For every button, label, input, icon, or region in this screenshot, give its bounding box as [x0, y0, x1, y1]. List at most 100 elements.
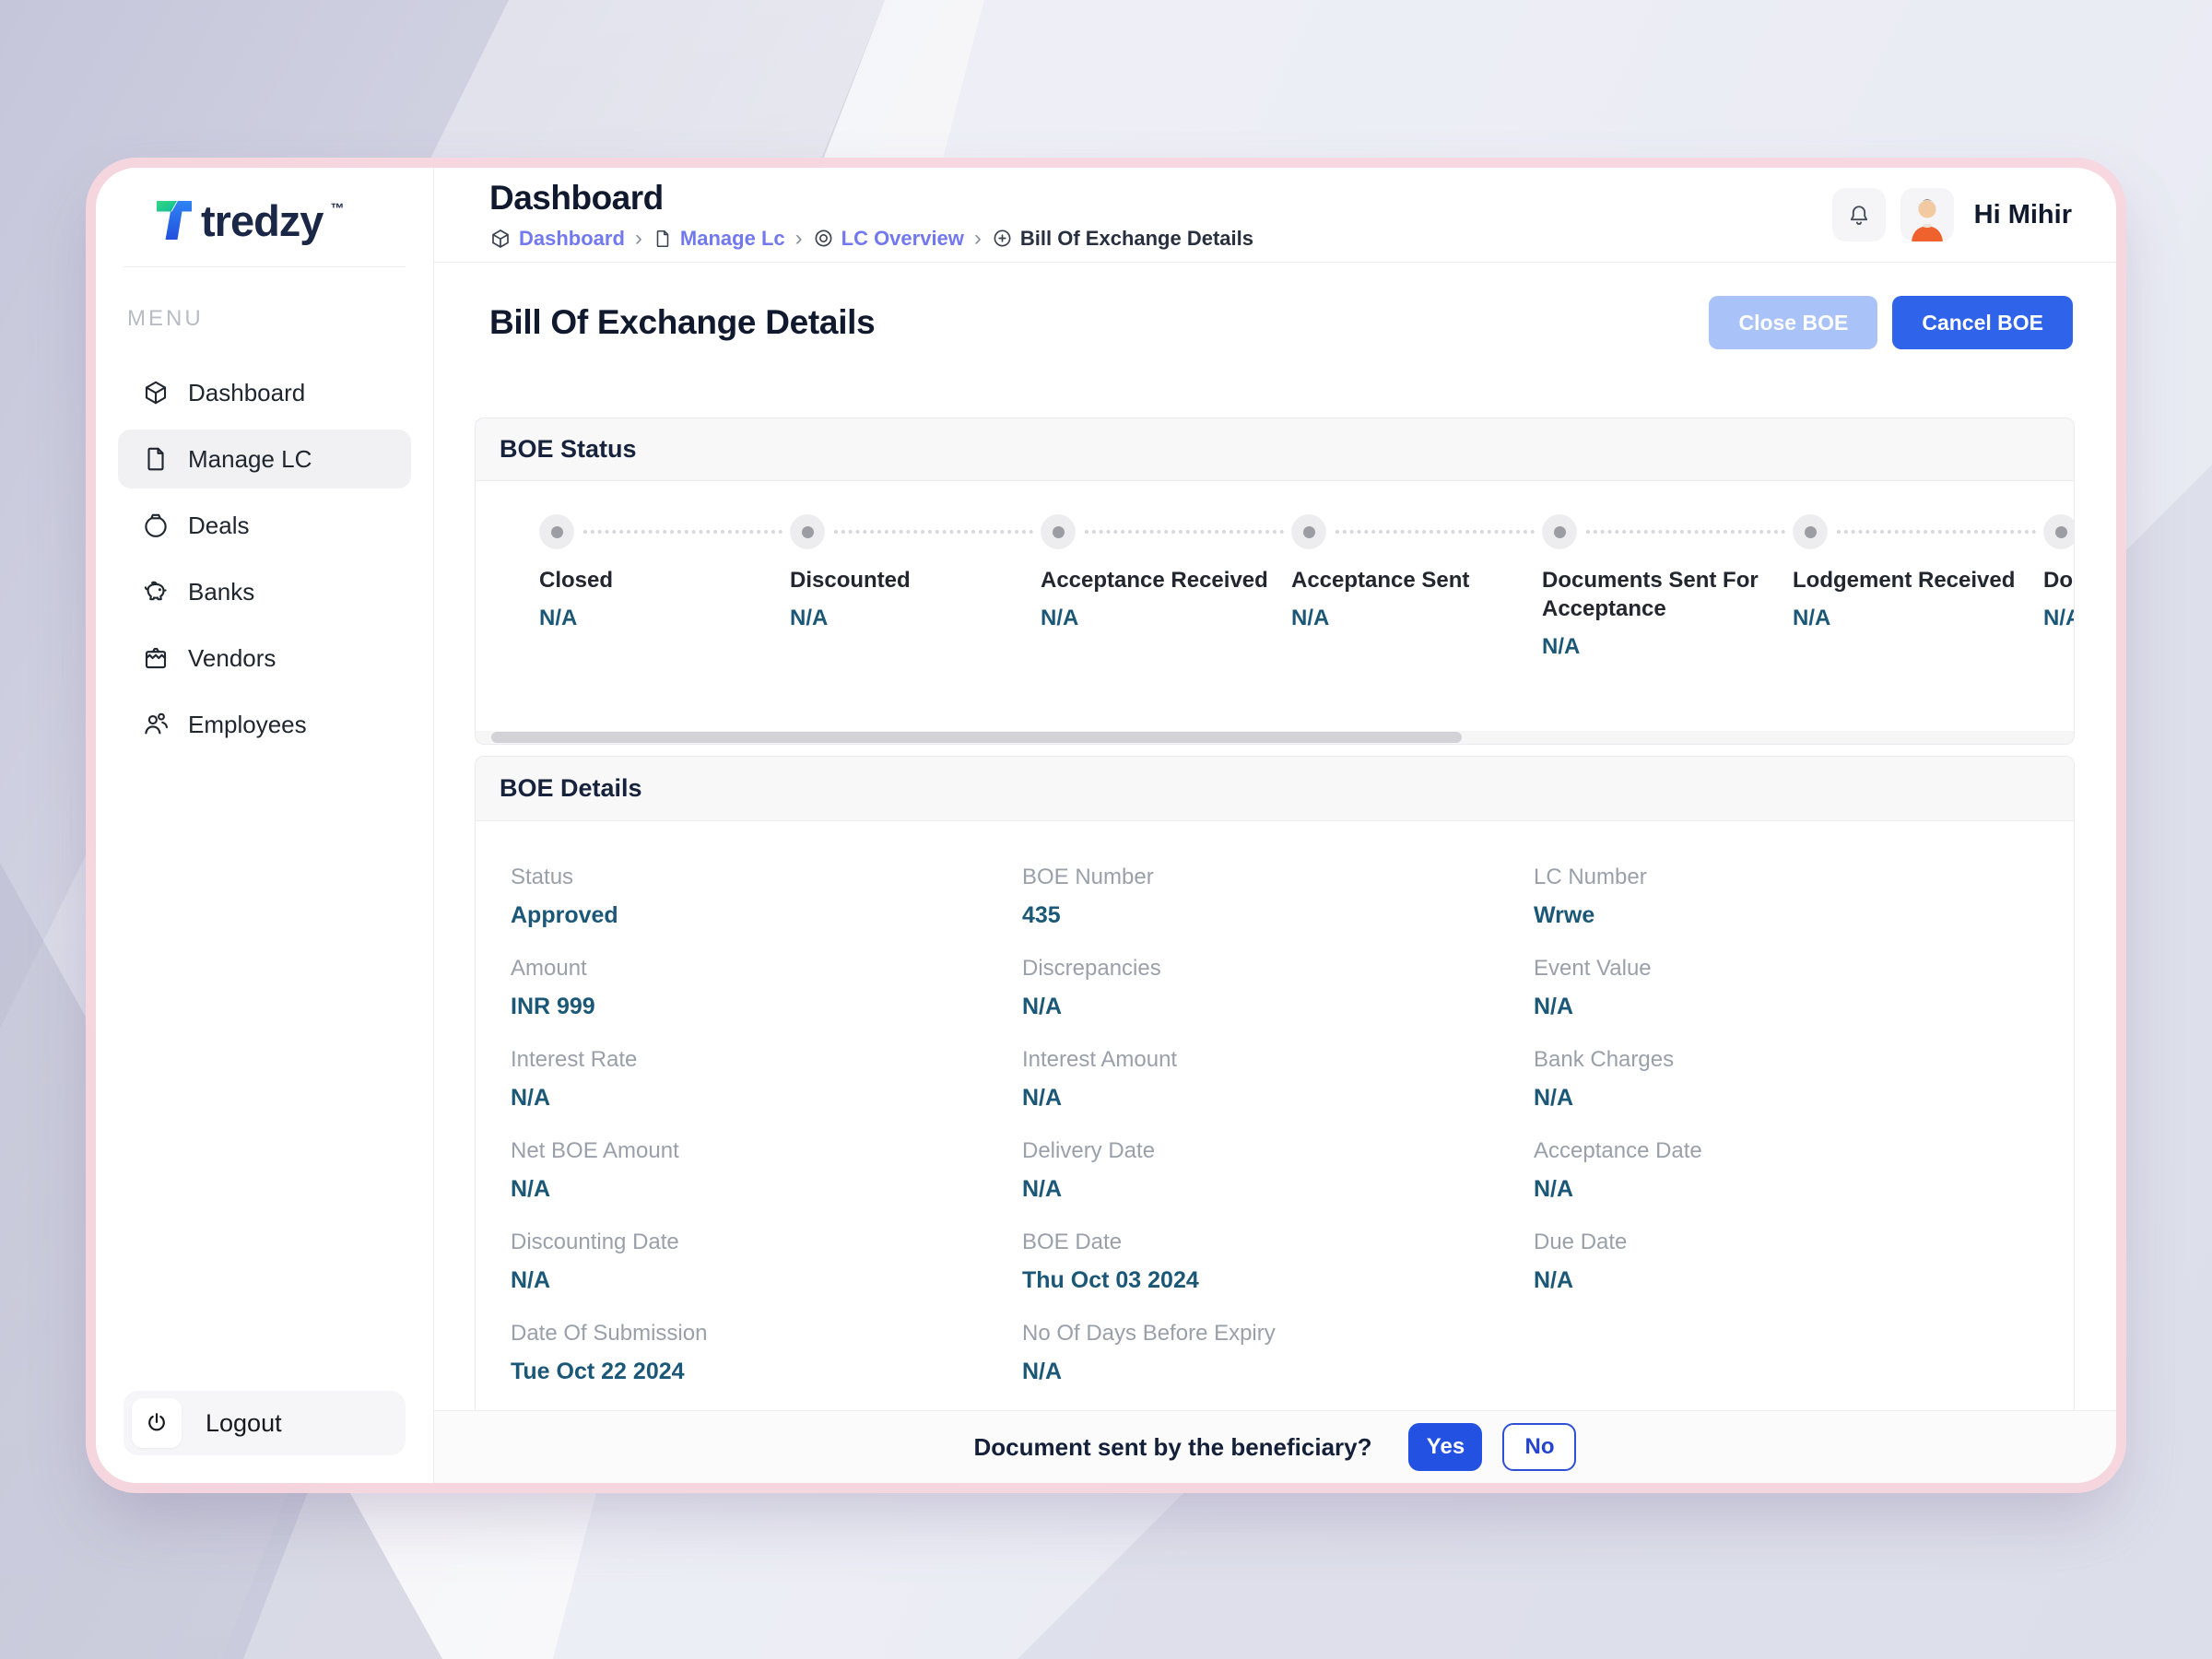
field-status: Status Approved: [511, 864, 1022, 929]
sidebar-item-label: Employees: [188, 711, 307, 739]
brand-name: tredzy: [201, 199, 323, 242]
field-lc-number: LC Number Wrwe: [1534, 864, 2074, 929]
no-button[interactable]: No: [1502, 1423, 1576, 1471]
status-step-closed: Closed N/A: [539, 514, 790, 631]
boe-details-grid: Status Approved BOE Number 435 LC Number…: [476, 821, 2074, 1385]
page-content: Bill Of Exchange Details Close BOE Cance…: [434, 263, 2116, 1483]
step-connector: [1837, 530, 2036, 534]
step-connector: [834, 530, 1033, 534]
avatar-image: [1900, 188, 1954, 241]
logout-label: Logout: [206, 1409, 282, 1438]
breadcrumb-dashboard[interactable]: Dashboard: [489, 227, 625, 251]
app-window: tredzy ™ MENU Dashboard Manage: [96, 168, 2116, 1483]
notifications-button[interactable]: [1832, 188, 1886, 241]
status-step-clipped: Doc N/A: [2043, 514, 2075, 631]
field-amount: Amount INR 999: [511, 955, 1022, 1020]
step-dot: [2043, 514, 2075, 549]
logout-button[interactable]: Logout: [124, 1391, 406, 1455]
brand-logo: tredzy ™: [96, 168, 433, 242]
sidebar-item-label: Deals: [188, 512, 249, 540]
step-dot: [1793, 514, 1828, 549]
breadcrumb-separator: ›: [974, 226, 982, 252]
step-connector: [1586, 530, 1785, 534]
sidebar-item-dashboard[interactable]: Dashboard: [118, 363, 411, 422]
tredzy-logo-icon: [155, 199, 194, 241]
sidebar-menu: Dashboard Manage LC Deals: [96, 363, 433, 754]
status-step-lodgement-received: Lodgement Received N/A: [1793, 514, 2043, 631]
status-step-acceptance-sent: Acceptance Sent N/A: [1291, 514, 1542, 631]
step-dot: [539, 514, 574, 549]
user-avatar[interactable]: [1900, 188, 1954, 241]
topbar-title: Dashboard: [489, 179, 1253, 218]
step-dot: [1041, 514, 1076, 549]
status-step-documents-sent: Documents Sent For Acceptance N/A: [1542, 514, 1793, 660]
step-connector: [583, 530, 782, 534]
money-bag-icon: [142, 512, 170, 539]
target-icon: [813, 228, 834, 249]
logout-icon-box: [132, 1398, 182, 1448]
sidebar-item-employees[interactable]: Employees: [118, 695, 411, 754]
field-days-before-expiry: No Of Days Before Expiry N/A: [1022, 1320, 1534, 1385]
file-icon: [142, 445, 170, 473]
breadcrumb-manage-lc[interactable]: Manage Lc: [653, 227, 785, 251]
file-icon: [653, 229, 673, 249]
piggy-bank-icon: [142, 578, 170, 606]
sidebar-item-label: Dashboard: [188, 379, 305, 407]
field-delivery-date: Delivery Date N/A: [1022, 1137, 1534, 1203]
cancel-boe-button[interactable]: Cancel BOE: [1892, 296, 2073, 349]
sidebar-item-banks[interactable]: Banks: [118, 562, 411, 621]
sidebar: tredzy ™ MENU Dashboard Manage: [96, 168, 434, 1483]
breadcrumb: Dashboard › Manage Lc ›: [489, 226, 1253, 252]
topbar: Dashboard Dashboard ›: [434, 168, 2116, 263]
boe-status-stepper: Closed N/A Discounted N/A Acceptance Rec…: [476, 481, 2074, 733]
status-step-discounted: Discounted N/A: [790, 514, 1041, 631]
field-interest-amount: Interest Amount N/A: [1022, 1046, 1534, 1112]
boe-details-header: BOE Details: [476, 757, 2074, 821]
field-boe-number: BOE Number 435: [1022, 864, 1534, 929]
field-due-date: Due Date N/A: [1534, 1229, 2074, 1294]
breadcrumb-lc-overview[interactable]: LC Overview: [813, 227, 964, 251]
field-event-value: Event Value N/A: [1534, 955, 2074, 1020]
field-date-of-submission: Date Of Submission Tue Oct 22 2024: [511, 1320, 1022, 1385]
status-step-acceptance-received: Acceptance Received N/A: [1041, 514, 1291, 631]
field-discounting-date: Discounting Date N/A: [511, 1229, 1022, 1294]
power-icon: [145, 1411, 169, 1435]
field-boe-date: BOE Date Thu Oct 03 2024: [1022, 1229, 1534, 1294]
page-title: Bill Of Exchange Details: [489, 303, 875, 342]
sidebar-item-deals[interactable]: Deals: [118, 496, 411, 555]
close-boe-button[interactable]: Close BOE: [1709, 296, 1877, 349]
step-connector: [1085, 530, 1284, 534]
sidebar-item-label: Manage LC: [188, 445, 312, 474]
field-net-boe-amount: Net BOE Amount N/A: [511, 1137, 1022, 1203]
plus-circle-icon: [992, 228, 1013, 249]
crate-icon: [142, 644, 170, 672]
cube-icon: [142, 379, 170, 406]
sidebar-divider: [124, 266, 406, 267]
step-dot: [1291, 514, 1326, 549]
breadcrumb-current: Bill Of Exchange Details: [992, 227, 1253, 251]
main-area: Dashboard Dashboard ›: [434, 168, 2116, 1483]
horizontal-scrollbar: [476, 731, 2074, 744]
bell-icon: [1846, 202, 1872, 228]
sidebar-item-label: Vendors: [188, 644, 276, 673]
menu-section-label: MENU: [127, 306, 433, 332]
sidebar-item-vendors[interactable]: Vendors: [118, 629, 411, 688]
boe-status-card: BOE Status Closed N/A Discounted N/A: [475, 418, 2075, 745]
field-acceptance-date: Acceptance Date N/A: [1534, 1137, 2074, 1203]
step-dot: [1542, 514, 1577, 549]
field-discrepancies: Discrepancies N/A: [1022, 955, 1534, 1020]
sidebar-item-manage-lc[interactable]: Manage LC: [118, 429, 411, 488]
yes-button[interactable]: Yes: [1408, 1423, 1482, 1471]
boe-details-card: BOE Details Status Approved BOE Number 4…: [475, 756, 2075, 1411]
user-greeting: Hi Mihir: [1974, 200, 2072, 230]
breadcrumb-separator: ›: [635, 226, 642, 252]
scrollbar-thumb[interactable]: [491, 732, 1462, 743]
field-interest-rate: Interest Rate N/A: [511, 1046, 1022, 1112]
beneficiary-question: Document sent by the beneficiary?: [974, 1433, 1372, 1462]
step-connector: [1335, 530, 1535, 534]
boe-status-header: BOE Status: [476, 418, 2074, 481]
breadcrumb-separator: ›: [795, 226, 803, 252]
field-bank-charges: Bank Charges N/A: [1534, 1046, 2074, 1112]
step-dot: [790, 514, 825, 549]
brand-trademark: ™: [330, 201, 344, 217]
